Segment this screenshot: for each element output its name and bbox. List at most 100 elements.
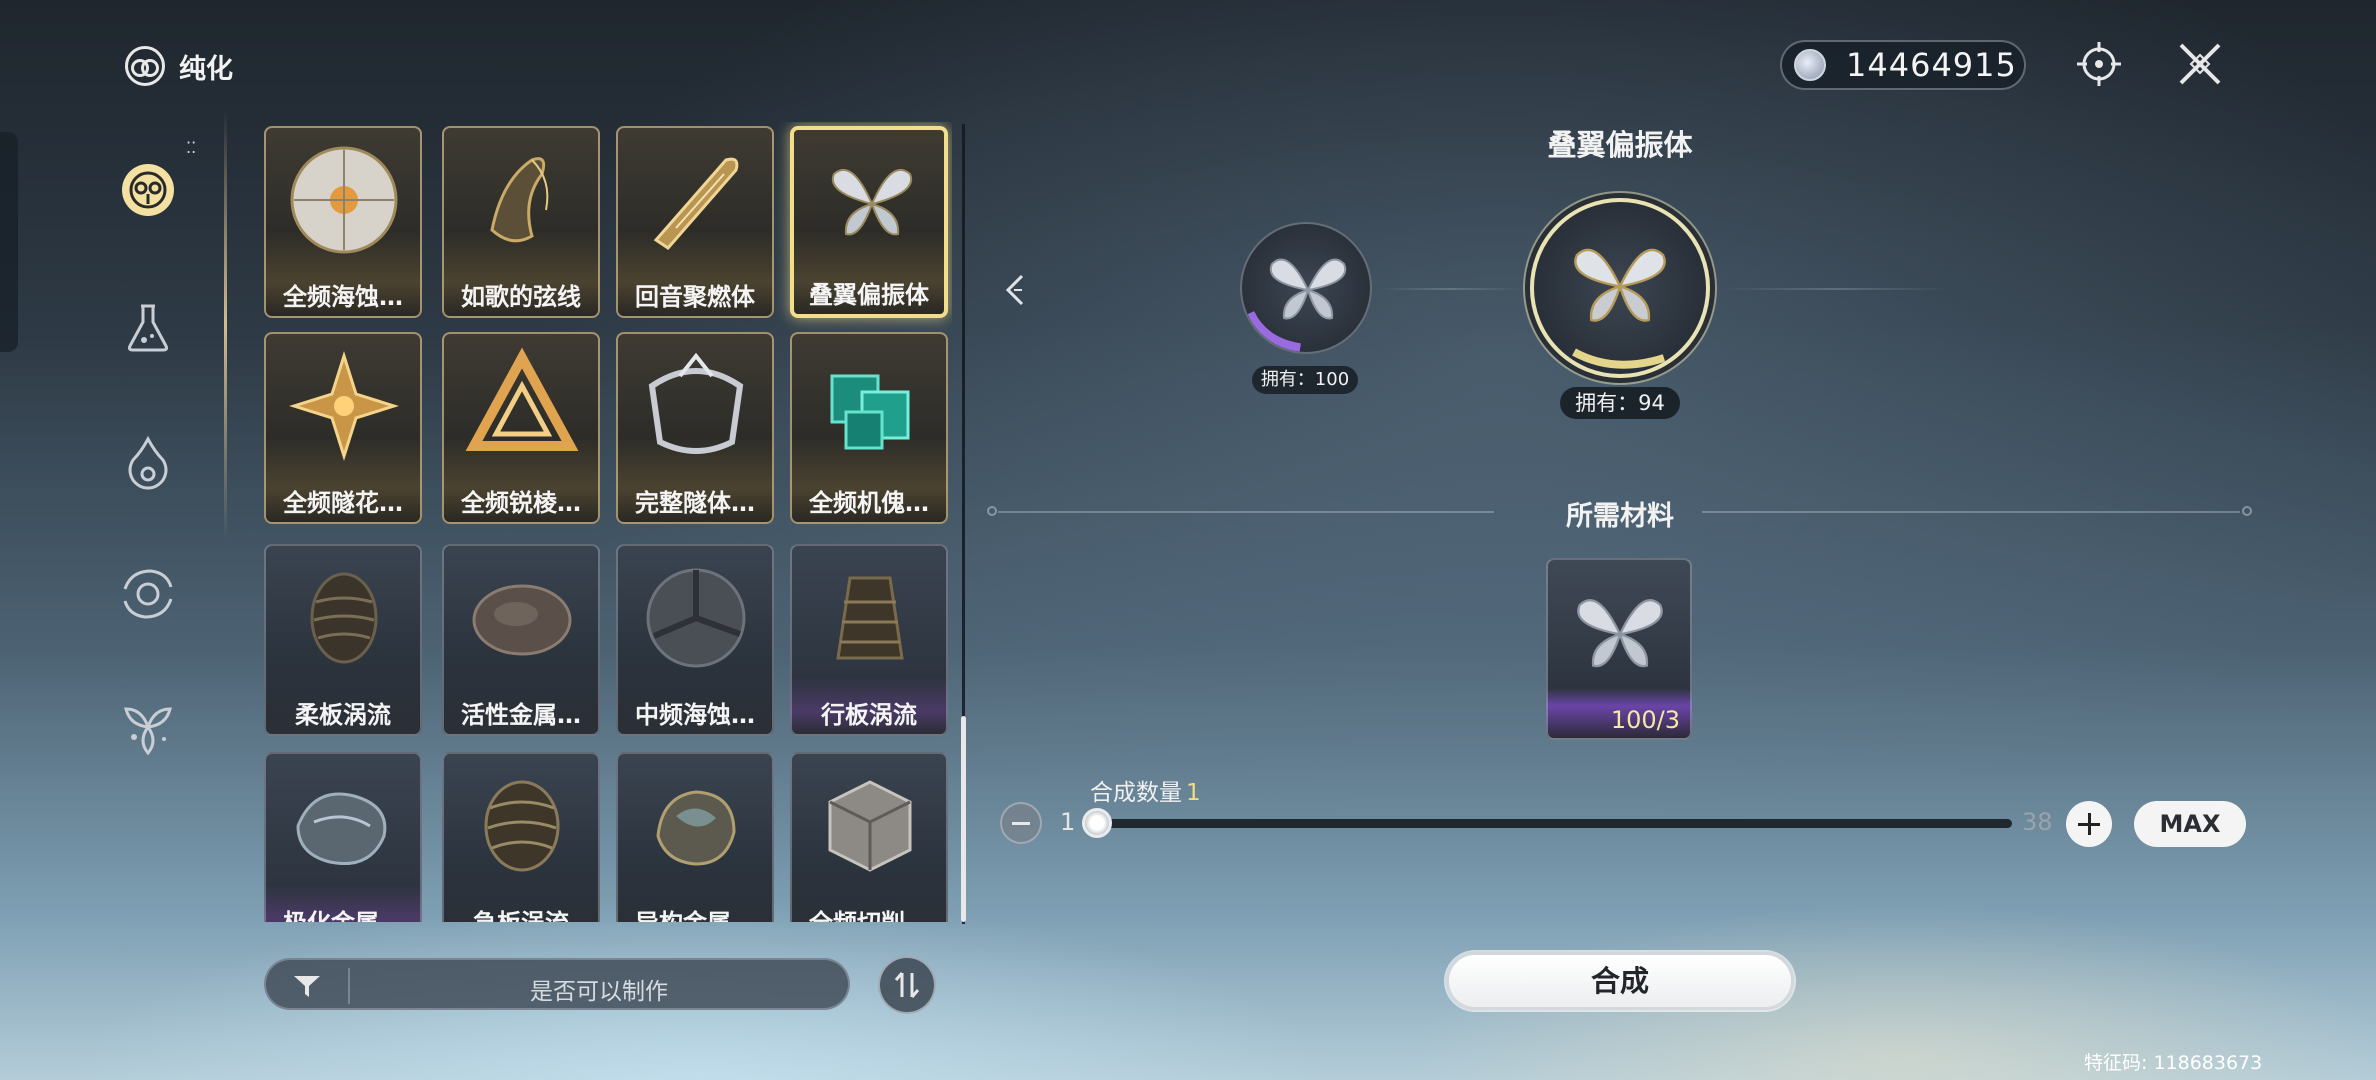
sidebar-divider	[224, 110, 227, 540]
item-art-icon	[289, 351, 399, 461]
cycle-icon	[123, 569, 173, 619]
grid-item[interactable]: 中频海蚀…	[616, 544, 774, 736]
item-art-icon	[484, 780, 560, 872]
grid-item-label: 活性金属…	[461, 701, 581, 729]
grid-item-label: 异构金属…	[618, 903, 772, 922]
currency-display: 14464915	[1780, 40, 2026, 90]
item-art-icon	[828, 780, 912, 872]
grid-item-label: 全频海蚀…	[283, 283, 403, 311]
target-owned-count: 拥有：94	[1560, 387, 1680, 419]
grid-item[interactable]: 行板涡流	[790, 544, 948, 736]
grid-item-label: 全频切削…	[792, 903, 946, 922]
item-art-icon	[465, 347, 579, 451]
grid-item[interactable]: 全频海蚀…	[264, 126, 422, 318]
item-art-icon	[648, 352, 744, 454]
target-icon	[2077, 42, 2121, 86]
grid-scrollbar-thumb[interactable]	[961, 716, 966, 922]
decrease-button[interactable]	[1000, 802, 1042, 844]
grid-item-label: 柔板涡流	[295, 701, 391, 729]
item-art-icon	[296, 792, 387, 865]
materials-title: 所需材料	[1566, 501, 1674, 532]
item-art-icon	[830, 374, 910, 450]
help-button[interactable]	[2071, 36, 2127, 92]
grid-item-label: 全频隧花…	[283, 489, 403, 517]
minus-icon	[1012, 821, 1030, 825]
sort-button[interactable]	[878, 956, 936, 1014]
grid-item[interactable]: 全频锐棱…	[442, 332, 600, 524]
grid-item[interactable]: 全频切削…	[790, 752, 948, 922]
item-art-icon	[831, 168, 913, 236]
grid-item-label: 极化金属…	[266, 903, 420, 922]
grid-item[interactable]: 活性金属…	[442, 544, 600, 736]
grid-item-label: 完整隧体…	[635, 489, 755, 517]
grid-item[interactable]: 完整隧体…	[616, 332, 774, 524]
sidebar-item-flower[interactable]	[118, 696, 178, 756]
butterfly-icon	[1269, 258, 1347, 320]
grid-item[interactable]: 急板涡流	[442, 752, 600, 922]
butterfly-icon	[1577, 599, 1663, 668]
material-card[interactable]: 100/3	[1546, 558, 1692, 740]
quantity-value: 1	[1186, 780, 1201, 806]
item-art-icon	[472, 584, 572, 656]
purify-logo-icon	[125, 46, 165, 86]
purify-icon	[122, 164, 174, 216]
materials-divider	[1702, 511, 2240, 513]
grid-item[interactable]: 异构金属…	[616, 752, 774, 922]
grid-item-label: 全频机傀…	[809, 489, 929, 517]
sidebar-dots-icon: ⁚⁚	[186, 138, 197, 157]
close-icon	[2179, 43, 2221, 85]
grid-item-label: 行板涡流	[821, 701, 917, 729]
quantity-label-text: 合成数量	[1090, 780, 1182, 806]
sort-icon	[894, 972, 920, 998]
shell-coin-icon	[1794, 49, 1826, 81]
source-owned-count: 拥有：100	[1252, 366, 1358, 394]
quantity-slider[interactable]	[1094, 819, 2012, 828]
sidebar-item-flame[interactable]	[118, 434, 178, 494]
grid-item-label: 叠翼偏振体	[809, 281, 929, 309]
grid-item-label: 如歌的弦线	[461, 283, 581, 311]
collapse-chevron-icon[interactable]	[1000, 270, 1030, 310]
item-art-icon	[656, 790, 736, 866]
craftable-filter[interactable]: 是否可以制作	[264, 958, 850, 1010]
target-item-icon[interactable]	[1530, 198, 1710, 378]
item-title: 叠翼偏振体	[1547, 128, 1693, 162]
filter-icon	[294, 976, 320, 997]
grid-item-label: 急板涡流	[444, 903, 598, 922]
grid-item[interactable]: 全频隧花…	[264, 332, 422, 524]
filter-label: 是否可以制作	[530, 979, 668, 1005]
grid-item[interactable]: 柔板涡流	[264, 544, 422, 736]
item-grid: 全频海蚀… 如歌的弦线 回音聚燃体 叠翼偏振体全频隧花… 全频锐棱… 完整隧体… 全频机傀……	[264, 122, 952, 922]
side-drawer-tab[interactable]	[0, 132, 18, 352]
connector-line	[1380, 288, 1520, 290]
connector-line	[1720, 288, 1950, 290]
grid-item[interactable]: 叠翼偏振体	[790, 126, 948, 318]
sidebar-item-purify[interactable]	[118, 160, 178, 220]
item-art-icon	[290, 146, 398, 254]
increase-button[interactable]	[2066, 801, 2112, 847]
quantity-max: 38	[2022, 808, 2053, 836]
grid-item[interactable]: 回音聚燃体	[616, 126, 774, 318]
item-art-icon	[836, 576, 904, 660]
divider-end-dot	[2242, 506, 2252, 516]
sidebar-item-potion[interactable]	[118, 298, 178, 358]
page-title: 纯化	[179, 53, 233, 85]
grid-item[interactable]: 如歌的弦线	[442, 126, 600, 318]
quantity-slider-handle[interactable]	[1082, 808, 1112, 838]
item-art-icon	[646, 568, 746, 668]
flask-icon	[127, 304, 169, 352]
sidebar-item-cycle[interactable]	[118, 564, 178, 624]
item-art-icon	[490, 157, 549, 243]
max-button[interactable]: MAX	[2134, 801, 2246, 847]
item-art-icon	[310, 572, 378, 664]
source-item-icon[interactable]	[1240, 222, 1372, 354]
grid-item-label: 回音聚燃体	[635, 283, 755, 311]
grid-item[interactable]: 极化金属…	[264, 752, 422, 922]
grid-item-label: 全频锐棱…	[461, 489, 581, 517]
craft-button[interactable]: 合成	[1446, 952, 1794, 1010]
grid-item[interactable]: 全频机傀…	[790, 332, 948, 524]
item-art-icon	[653, 157, 739, 250]
uid-text: 特征码: 118683673	[2084, 1052, 2263, 1074]
page-header: 纯化	[125, 46, 233, 86]
currency-value: 14464915	[1846, 46, 2017, 84]
close-button[interactable]	[2172, 36, 2228, 92]
